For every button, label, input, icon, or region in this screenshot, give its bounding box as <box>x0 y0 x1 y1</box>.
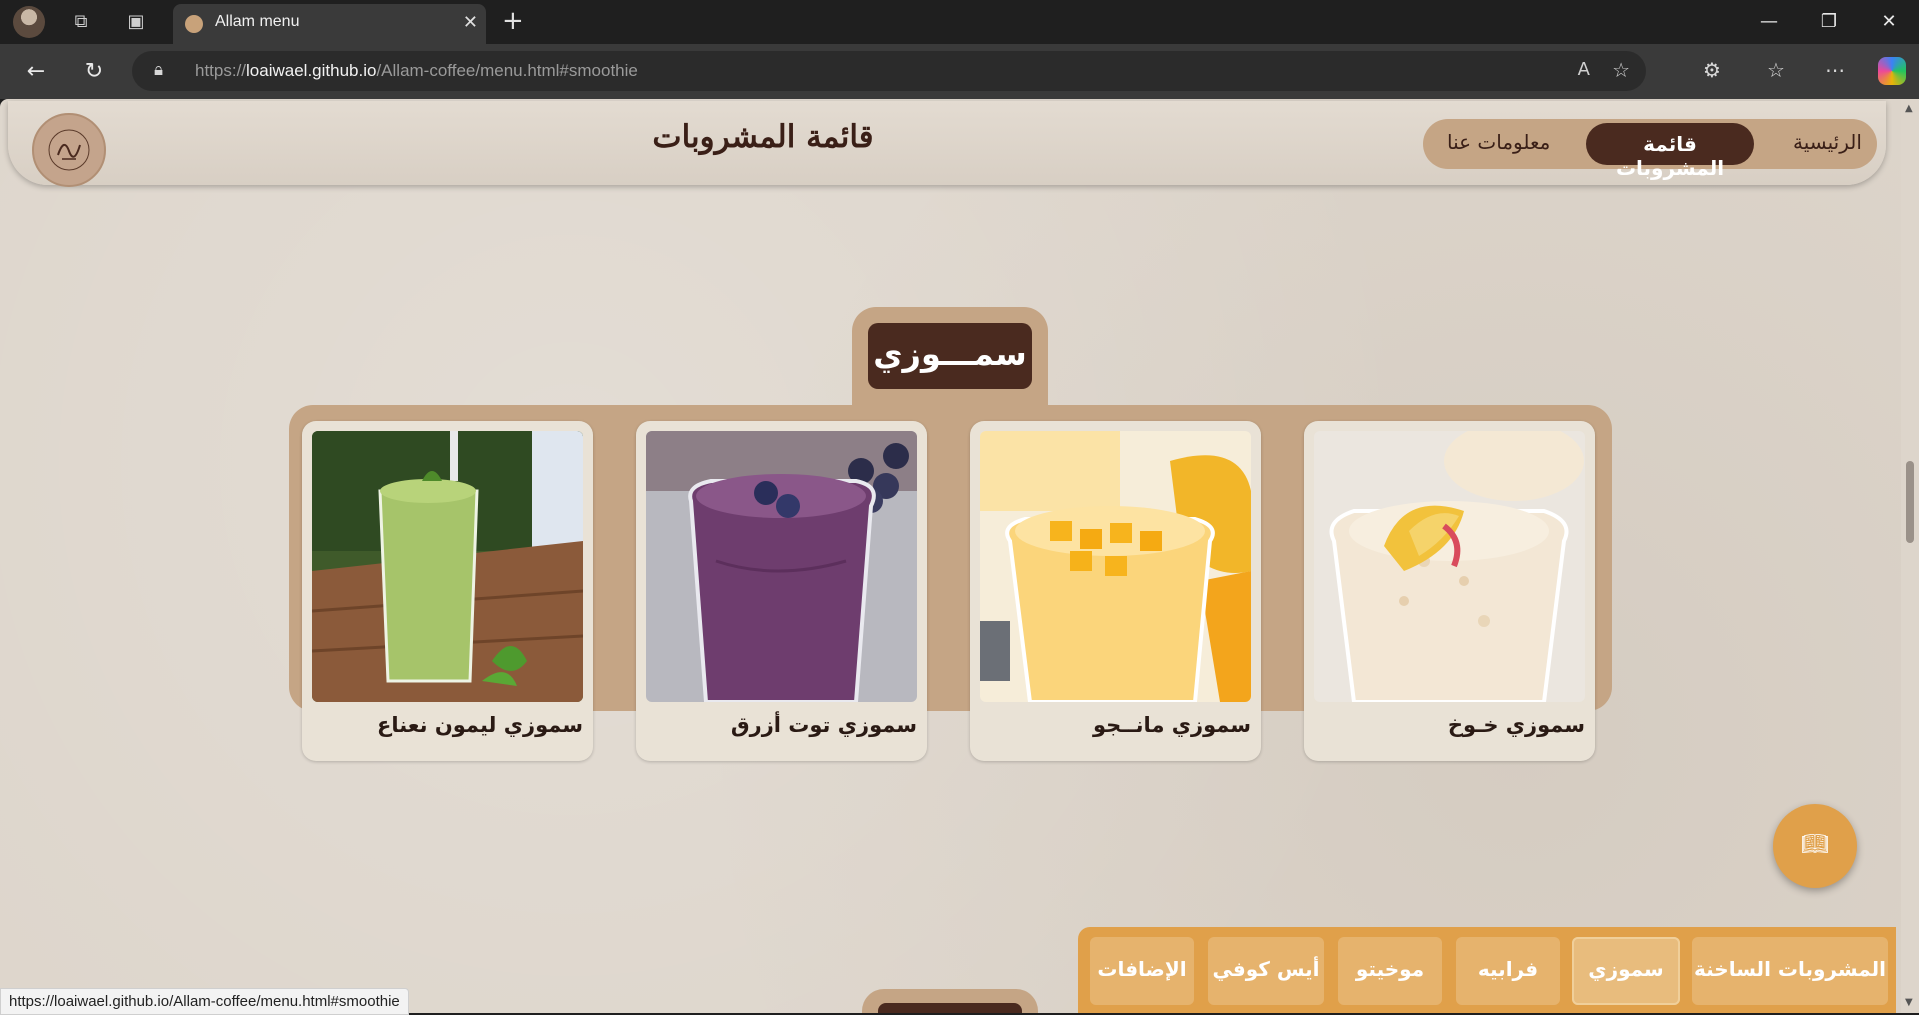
minimize-icon[interactable]: — <box>1749 8 1789 36</box>
menu-card-name: سموزي خـوخ <box>1447 713 1585 737</box>
browser-tab[interactable]: Allam menu ✕ <box>173 4 486 44</box>
restore-icon[interactable]: ❐ <box>1809 8 1849 36</box>
items-panel: سموزي خـوخ سموزي مانــجو سموزي توت أزرق … <box>289 405 1612 761</box>
profile-avatar[interactable] <box>13 6 45 38</box>
address-bar[interactable]: 🔒︎ https://loaiwael.github.io/Allam-coff… <box>132 51 1646 91</box>
scroll-up-icon[interactable]: ▲ <box>1905 103 1913 114</box>
category-label: موخيتو <box>1355 957 1425 981</box>
copilot-icon[interactable] <box>1878 57 1906 85</box>
site-header: قائمة المشروبات معلومات عنا قائمة المشرو… <box>8 101 1886 187</box>
extensions-icon[interactable]: ⚙ <box>1703 58 1721 82</box>
status-bar-url: https://loaiwael.github.io/Allam-coffee/… <box>0 988 409 1015</box>
nav-about[interactable]: معلومات عنا <box>1447 130 1550 154</box>
nav-menu-label: قائمة المشروبات <box>1615 132 1725 180</box>
url-text[interactable]: https://loaiwael.github.io/Allam-coffee/… <box>195 61 638 81</box>
back-icon[interactable]: ← <box>22 58 50 86</box>
section-title: سمـــوزي <box>873 335 1027 373</box>
workspaces-icon[interactable]: ⧉ <box>69 10 93 34</box>
close-tab-icon[interactable]: ✕ <box>463 12 478 33</box>
category-smoothie[interactable]: سموزي <box>1572 937 1680 1005</box>
section-title-box: سمـــوزي <box>868 323 1032 389</box>
peach-smoothie-image <box>1314 431 1585 702</box>
favorites-icon[interactable]: ☆ <box>1767 58 1785 82</box>
menu-card-name: سموزي ليمون نعناع <box>376 713 583 737</box>
tab-actions-icon[interactable]: ▣ <box>124 10 148 34</box>
category-iced-coffee[interactable]: أيس كوفي <box>1208 937 1324 1005</box>
more-icon[interactable]: ⋯ <box>1825 58 1845 82</box>
menu-book-button[interactable]: 📖︎ <box>1773 804 1857 888</box>
category-label: أيس كوفي <box>1212 957 1320 981</box>
book-icon: 📖︎ <box>1801 832 1829 857</box>
menu-card-name: سموزي توت أزرق <box>730 713 917 737</box>
nav-menu[interactable]: قائمة المشروبات <box>1586 123 1754 180</box>
category-mojito[interactable]: موخيتو <box>1338 937 1442 1005</box>
browser-titlebar: ⧉ ▣ Allam menu ✕ + — ❐ ✕ <box>0 0 1919 44</box>
category-label: فرابيه <box>1477 957 1539 981</box>
lock-icon[interactable]: 🔒︎ <box>154 60 163 80</box>
new-tab-icon[interactable]: + <box>502 8 524 34</box>
tab-title: Allam menu <box>215 13 300 30</box>
menu-card-peach[interactable]: سموزي خـوخ <box>1304 421 1595 761</box>
category-label: سموزي <box>1588 957 1664 981</box>
scrollbar-thumb[interactable] <box>1906 461 1914 543</box>
menu-card-lemon-mint[interactable]: سموزي ليمون نعناع <box>302 421 593 761</box>
favorite-star-icon[interactable]: ☆ <box>1612 58 1630 82</box>
category-bar: الإضافات أيس كوفي موخيتو فرابيه سموزي ال… <box>1078 927 1896 1013</box>
category-frappe[interactable]: فرابيه <box>1456 937 1560 1005</box>
nav-home[interactable]: الرئيسية <box>1793 130 1862 154</box>
category-label: المشروبات الساخنة <box>1693 957 1886 981</box>
next-section-tab <box>862 989 1038 1013</box>
category-extras[interactable]: الإضافات <box>1090 937 1194 1005</box>
close-window-icon[interactable]: ✕ <box>1869 8 1909 36</box>
reload-icon[interactable]: ↻ <box>80 58 108 86</box>
logo-mark-icon <box>48 129 90 171</box>
menu-card-name: سموزي مانــجو <box>1093 713 1251 737</box>
category-label: الإضافات <box>1097 957 1187 981</box>
blueberry-smoothie-image <box>646 431 917 702</box>
browser-toolbar: ← ↻ 🔒︎ https://loaiwael.github.io/Allam-… <box>0 44 1919 99</box>
read-aloud-icon[interactable]: A <box>1578 59 1590 80</box>
category-hot-drinks[interactable]: المشروبات الساخنة <box>1692 937 1888 1005</box>
mango-smoothie-image <box>980 431 1251 702</box>
scroll-down-icon[interactable]: ▼ <box>1905 997 1913 1008</box>
page-viewport: قائمة المشروبات معلومات عنا قائمة المشرو… <box>0 99 1901 1013</box>
lemon-mint-smoothie-image <box>312 431 583 702</box>
menu-card-mango[interactable]: سموزي مانــجو <box>970 421 1261 761</box>
next-section-title-box <box>878 1003 1022 1013</box>
logo[interactable] <box>32 113 106 187</box>
tab-favicon <box>185 15 203 33</box>
page-scrollbar[interactable]: ▲ ▼ <box>1901 99 1919 1013</box>
menu-card-blueberry[interactable]: سموزي توت أزرق <box>636 421 927 761</box>
page-title: قائمة المشروبات <box>652 119 874 155</box>
main-nav: معلومات عنا قائمة المشروبات الرئيسية <box>1423 119 1877 180</box>
